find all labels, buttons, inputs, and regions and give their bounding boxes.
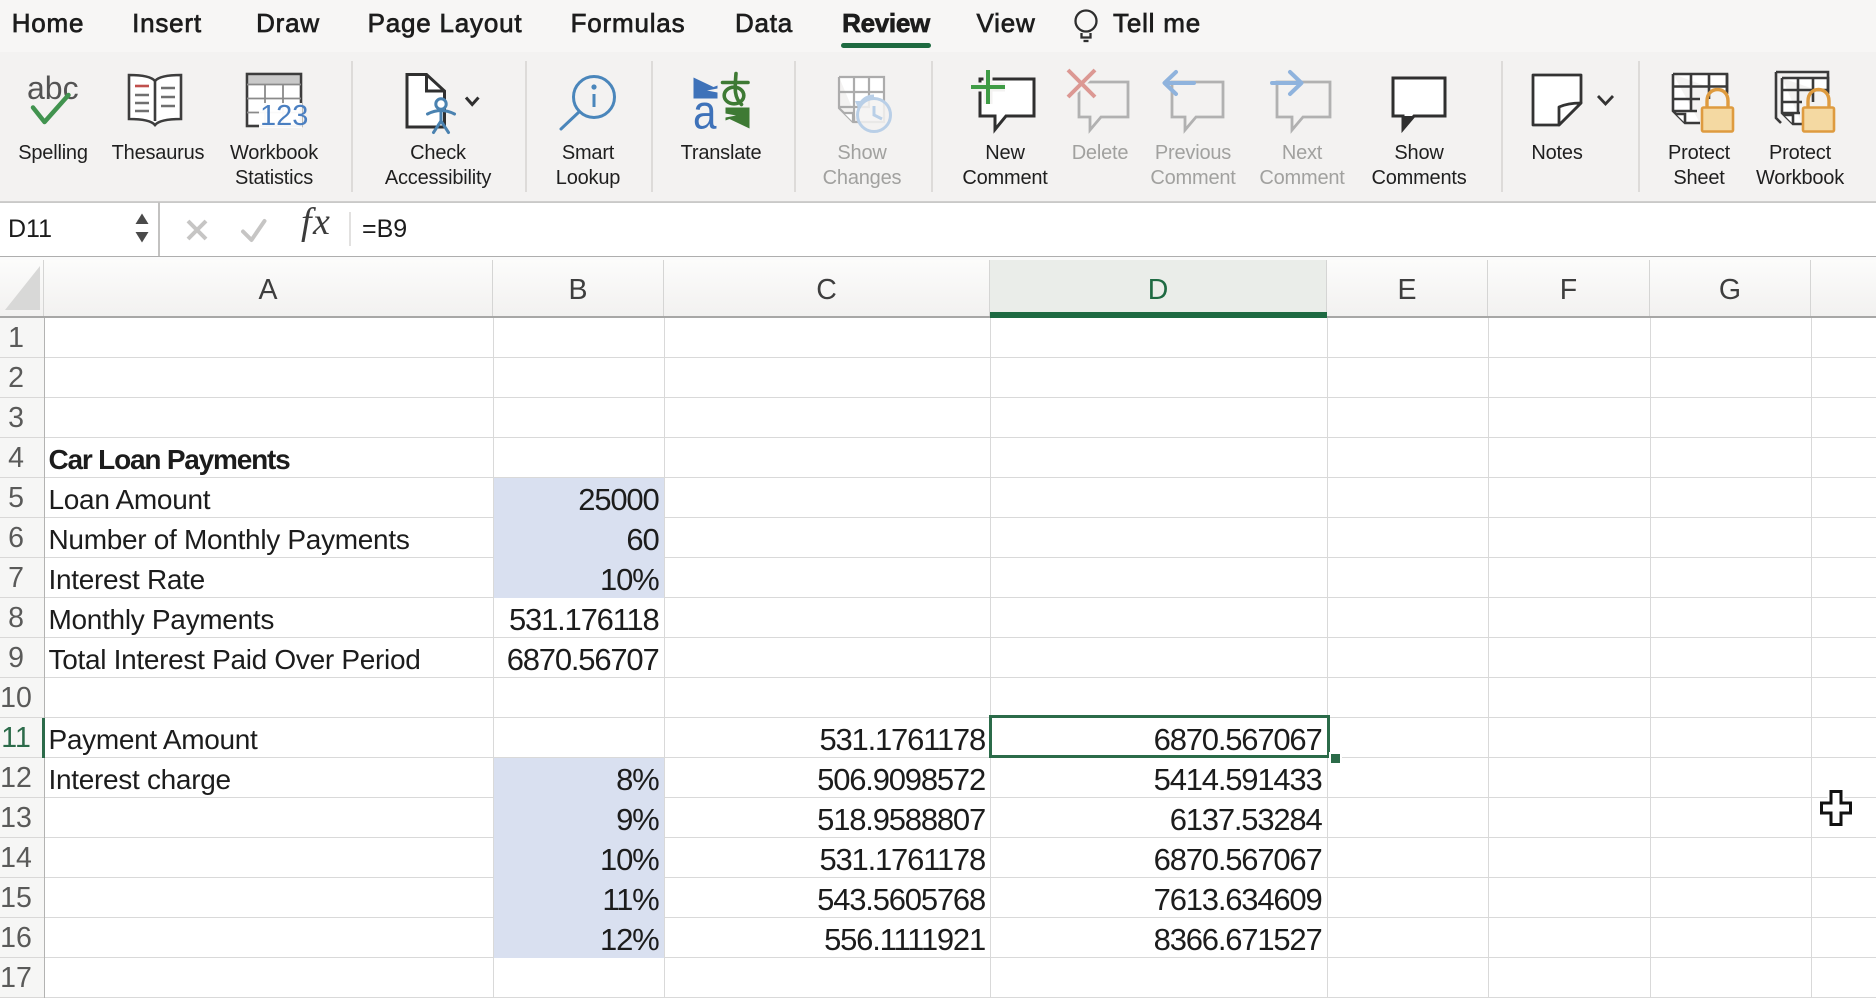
svg-text:123: 123 xyxy=(260,100,308,132)
svg-text:a: a xyxy=(693,85,717,139)
svg-text:abc: abc xyxy=(27,70,79,106)
